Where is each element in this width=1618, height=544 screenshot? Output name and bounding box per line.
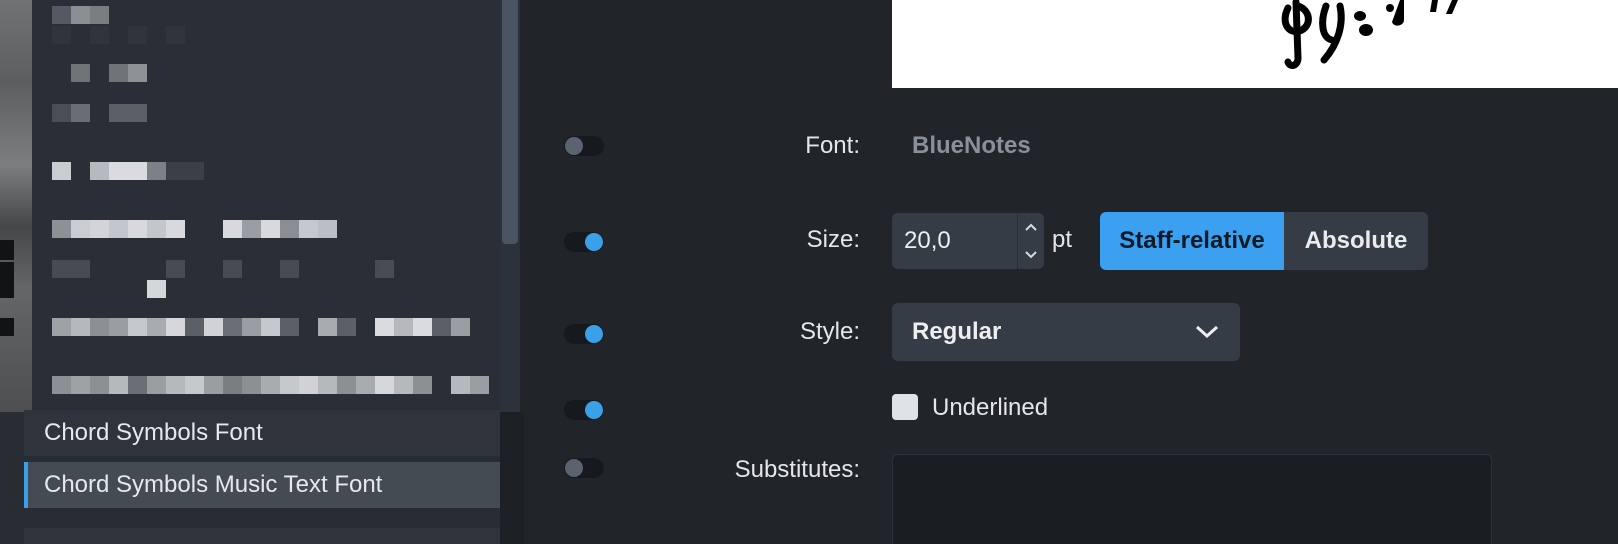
blurred-block: [0, 318, 14, 336]
chevron-up-icon[interactable]: [1018, 213, 1044, 241]
font-list-panel: Chord Symbols Font Chord Symbols Music T…: [0, 0, 520, 544]
blurred-row: [52, 104, 147, 122]
size-spinbox[interactable]: [892, 213, 1044, 269]
style-dropdown-value: Regular: [912, 318, 1002, 345]
blurred-row: [52, 64, 147, 82]
style-override-toggle[interactable]: [564, 324, 604, 344]
style-dropdown[interactable]: Regular: [892, 303, 1240, 361]
list-scroll-thumb[interactable]: [502, 0, 518, 244]
toggle-knob: [565, 137, 583, 155]
substitutes-list[interactable]: [892, 454, 1492, 544]
style-label: Style:: [799, 318, 860, 345]
absolute-button[interactable]: Absolute: [1284, 212, 1428, 270]
toggle-knob: [585, 325, 603, 343]
list-item-label: Chord Symbols Font: [44, 419, 263, 446]
chevron-down-icon[interactable]: [1018, 241, 1044, 269]
toggle-knob: [585, 233, 603, 251]
size-stepper[interactable]: [1017, 213, 1044, 269]
dropdown-chevron-icon: [1195, 325, 1219, 339]
substitutes-override-toggle[interactable]: [564, 458, 604, 478]
toggle-knob: [565, 459, 583, 477]
blurred-row: [52, 6, 109, 24]
size-override-toggle[interactable]: [564, 232, 604, 252]
font-override-toggle[interactable]: [564, 136, 604, 156]
size-input[interactable]: [892, 213, 1014, 269]
list-item-chord-symbols-font[interactable]: Chord Symbols Font: [24, 410, 500, 456]
underlined-checkbox[interactable]: [892, 394, 918, 420]
underlined-label: Underlined: [932, 394, 1049, 421]
panel-divider: [500, 412, 524, 544]
size-label: Size:: [806, 226, 860, 253]
blurred-row: [52, 376, 489, 394]
blurred-list-content: [32, 0, 512, 412]
blurred-row: [52, 220, 337, 238]
underlined-override-toggle[interactable]: [564, 400, 604, 420]
font-value: BlueNotes: [912, 132, 1031, 159]
blurred-block: [0, 262, 14, 298]
blurred-sidebar-strip: [0, 0, 32, 412]
size-unit: pt: [1052, 226, 1073, 253]
engraving-options-window: Chord Symbols Font Chord Symbols Music T…: [0, 0, 1618, 544]
font-preview: [892, 0, 1618, 88]
list-item-chord-symbols-music-text-font[interactable]: Chord Symbols Music Text Font: [24, 462, 500, 508]
blurred-block: [0, 240, 14, 260]
list-item-label: Chord Symbols Music Text Font: [44, 471, 383, 498]
toggle-knob: [585, 401, 603, 419]
staff-relative-button[interactable]: Staff-relative: [1100, 212, 1284, 270]
font-label: Font:: [805, 132, 860, 159]
substitutes-label: Substitutes:: [734, 456, 860, 483]
blurred-row: [52, 318, 470, 336]
blurred-row: [52, 280, 166, 298]
blurred-row: [52, 26, 185, 44]
blurred-row: [52, 162, 204, 180]
music-notation-preview: [1281, 0, 1458, 69]
list-item[interactable]: [24, 528, 500, 544]
blurred-row: [52, 260, 394, 278]
